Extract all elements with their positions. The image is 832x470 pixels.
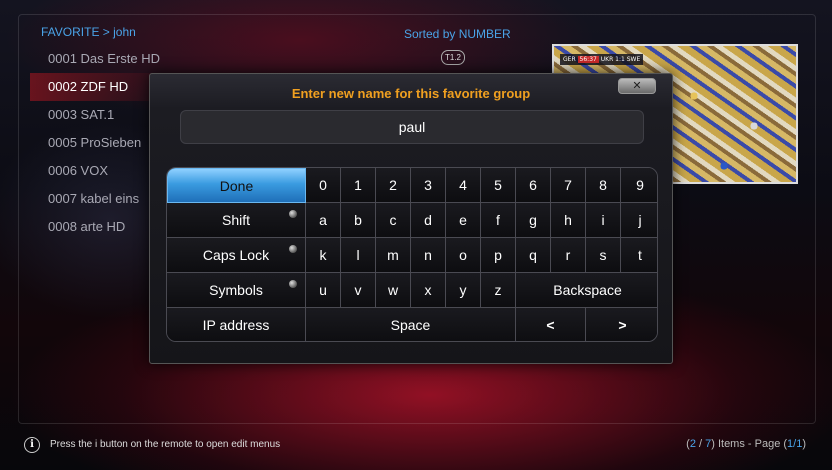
caps-lock-indicator-icon	[289, 245, 297, 253]
dialog-title: Enter new name for this favorite group	[291, 86, 531, 101]
key-5[interactable]: 5	[481, 168, 516, 203]
key-z[interactable]: z	[481, 273, 516, 308]
key-t[interactable]: t	[621, 238, 657, 273]
key-v[interactable]: v	[341, 273, 376, 308]
key-s[interactable]: s	[586, 238, 621, 273]
footer-hint: Press the i button on the remote to open…	[50, 439, 281, 450]
channel-item[interactable]: 0001 Das Erste HD	[30, 45, 180, 73]
sort-label[interactable]: Sorted by NUMBER	[404, 27, 511, 41]
symbols-label: Symbols	[209, 282, 263, 298]
match-time: 56:37	[577, 56, 599, 63]
key-g[interactable]: g	[516, 203, 551, 238]
on-screen-keyboard: Done 0 1 2 3 4 5 6 7 8 9 Shift a b c d e…	[166, 167, 658, 342]
rename-dialog: Enter new name for this favorite group ✕…	[149, 73, 673, 364]
symbols-indicator-icon	[289, 280, 297, 288]
shift-label: Shift	[221, 212, 250, 228]
shift-indicator-icon	[289, 210, 297, 218]
ip-address-key[interactable]: IP address	[167, 308, 306, 341]
key-b[interactable]: b	[341, 203, 376, 238]
key-9[interactable]: 9	[621, 168, 657, 203]
score-right: UKR 1:1 SWE	[600, 56, 641, 63]
score-left: GER	[563, 56, 576, 63]
channel-badge: T1.2	[441, 50, 465, 65]
caps-lock-key[interactable]: Caps Lock	[167, 238, 306, 273]
key-k[interactable]: k	[306, 238, 341, 273]
key-1[interactable]: 1	[341, 168, 376, 203]
key-o[interactable]: o	[446, 238, 481, 273]
key-e[interactable]: e	[446, 203, 481, 238]
done-key[interactable]: Done	[167, 168, 306, 203]
item-pager: (2 / 7) Items - Page (1/1)	[686, 438, 806, 450]
cursor-right-key[interactable]: >	[586, 308, 657, 341]
key-a[interactable]: a	[306, 203, 341, 238]
key-4[interactable]: 4	[446, 168, 481, 203]
key-u[interactable]: u	[306, 273, 341, 308]
caps-lock-label: Caps Lock	[202, 247, 270, 263]
pager-sep: /	[695, 438, 706, 450]
pager-page: 1/1	[787, 438, 803, 450]
pager-mid: ) Items - Page (	[711, 438, 788, 450]
key-p[interactable]: p	[481, 238, 516, 273]
key-7[interactable]: 7	[551, 168, 586, 203]
key-w[interactable]: w	[376, 273, 411, 308]
key-l[interactable]: l	[341, 238, 376, 273]
key-f[interactable]: f	[481, 203, 516, 238]
key-r[interactable]: r	[551, 238, 586, 273]
key-h[interactable]: h	[551, 203, 586, 238]
key-x[interactable]: x	[411, 273, 446, 308]
shift-key[interactable]: Shift	[167, 203, 306, 238]
key-0[interactable]: 0	[306, 168, 341, 203]
close-button[interactable]: ✕	[618, 78, 656, 94]
key-2[interactable]: 2	[376, 168, 411, 203]
key-3[interactable]: 3	[411, 168, 446, 203]
key-8[interactable]: 8	[586, 168, 621, 203]
symbols-key[interactable]: Symbols	[167, 273, 306, 308]
key-6[interactable]: 6	[516, 168, 551, 203]
cursor-left-key[interactable]: <	[516, 308, 586, 341]
key-m[interactable]: m	[376, 238, 411, 273]
key-q[interactable]: q	[516, 238, 551, 273]
key-c[interactable]: c	[376, 203, 411, 238]
space-key[interactable]: Space	[306, 308, 516, 341]
backspace-key[interactable]: Backspace	[516, 273, 657, 308]
key-n[interactable]: n	[411, 238, 446, 273]
info-icon: i	[24, 437, 40, 453]
key-i[interactable]: i	[586, 203, 621, 238]
key-d[interactable]: d	[411, 203, 446, 238]
name-input[interactable]: paul	[180, 110, 644, 144]
pager-close: )	[802, 438, 806, 450]
close-icon: ✕	[632, 79, 642, 92]
breadcrumb: FAVORITE > john	[41, 25, 136, 39]
score-overlay: GER 56:37 UKR 1:1 SWE	[560, 54, 644, 65]
key-j[interactable]: j	[621, 203, 657, 238]
key-y[interactable]: y	[446, 273, 481, 308]
